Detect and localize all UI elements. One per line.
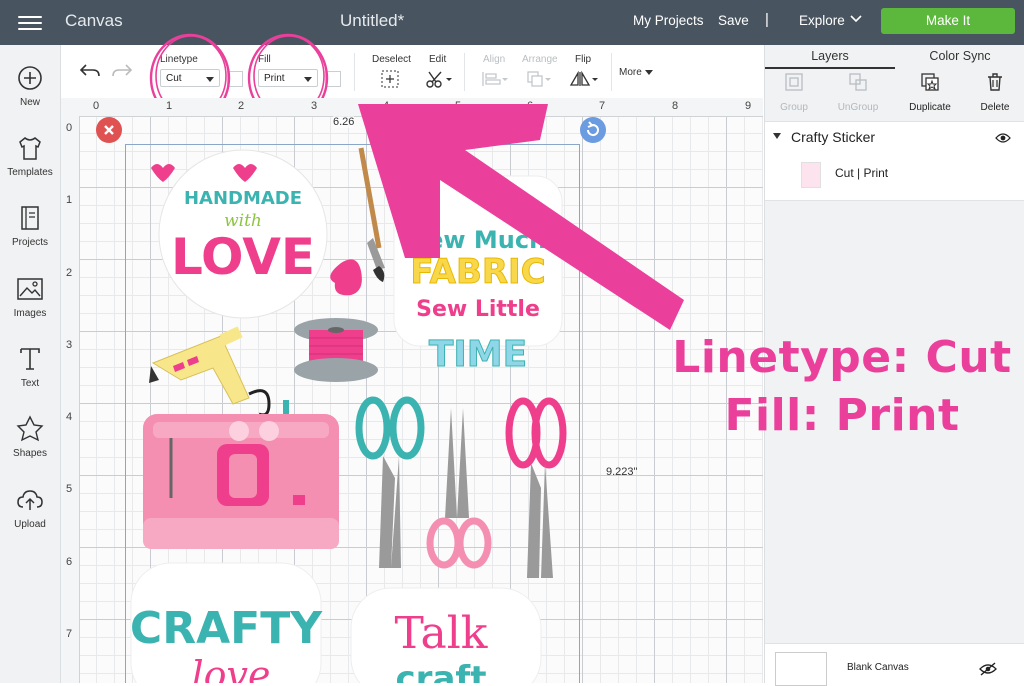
image-icon [17, 278, 43, 300]
save-button[interactable]: Save [718, 13, 749, 28]
annotation-line-2: Fill: Print [724, 390, 960, 441]
text-T-icon [20, 348, 40, 370]
width-readout: 6.26 [333, 116, 355, 128]
toolbar-divider [354, 53, 355, 91]
sidebar-item-label: Projects [11, 237, 49, 248]
chevron-down-icon[interactable] [850, 13, 862, 25]
selection-bounding-box[interactable] [125, 144, 580, 683]
sidebar-item-label: Shapes [13, 448, 47, 459]
toolbar-divider [611, 53, 612, 91]
toolbar-divider [464, 53, 465, 91]
group-label: Group [780, 102, 808, 113]
sidebar-item-shapes[interactable]: Shapes [0, 414, 60, 459]
tshirt-icon [19, 137, 41, 160]
sidebar-item-new[interactable]: New [0, 63, 60, 108]
blank-canvas-label: Blank Canvas [847, 662, 909, 673]
more-label: More [619, 67, 642, 78]
sidebar-item-label: Upload [14, 519, 46, 530]
delete-button[interactable]: Delete [963, 71, 1024, 113]
duplicate-label: Duplicate [909, 102, 951, 113]
sidebar-item-label: Images [13, 308, 47, 319]
align-icon[interactable] [481, 70, 509, 88]
make-it-button[interactable]: Make It [881, 8, 1015, 34]
design-canvas[interactable]: 0 1 2 3 4 5 6 7 8 9 0 1 2 3 4 5 6 7 HAND… [61, 98, 763, 683]
group-icon [785, 73, 803, 91]
deselect-label: Deselect [372, 54, 411, 65]
plus-circle-icon [18, 66, 42, 90]
group-button[interactable]: Group [762, 71, 826, 113]
annotation-line-1: Linetype: Cut [672, 332, 1012, 383]
undo-icon[interactable] [79, 62, 101, 80]
tab-layers[interactable]: Layers [765, 45, 895, 69]
rotate-icon [586, 121, 599, 137]
separator: | [765, 11, 769, 28]
sidebar-item-label: Templates [7, 167, 53, 178]
delete-selection-handle[interactable] [96, 117, 122, 143]
flip-icon[interactable] [569, 70, 599, 88]
edit-scissors-icon[interactable] [425, 69, 453, 89]
redo-icon[interactable] [111, 62, 133, 80]
layer-thumbnail [801, 162, 821, 188]
layer-detail: Cut | Print [835, 166, 889, 180]
document-title[interactable]: Untitled* [340, 11, 404, 31]
my-projects-link[interactable]: My Projects [633, 13, 704, 28]
blank-canvas-thumbnail [775, 652, 827, 686]
duplicate-button[interactable]: Duplicate [898, 71, 962, 113]
chevron-down-icon[interactable] [773, 133, 781, 139]
sidebar-item-projects[interactable]: Projects [0, 203, 60, 248]
sidebar-item-templates[interactable]: Templates [0, 133, 60, 178]
sidebar-item-images[interactable]: Images [0, 274, 60, 319]
eye-icon[interactable] [995, 132, 1011, 144]
trash-icon [988, 73, 1002, 91]
edit-toolbar: Linetype Cut Fill Print Deselect Edit Al… [61, 33, 763, 123]
duplicate-icon [921, 73, 939, 91]
blank-canvas-row[interactable]: Blank Canvas [765, 643, 1024, 686]
deselect-icon[interactable] [381, 70, 399, 88]
delete-label: Delete [980, 102, 1010, 113]
flip-label: Flip [575, 54, 592, 65]
shapes-icon [16, 415, 44, 442]
arrange-label: Arrange [522, 54, 558, 65]
menu-icon[interactable] [18, 12, 42, 32]
sidebar-item-text[interactable]: Text [0, 344, 60, 389]
layer-group[interactable]: Crafty Sticker Cut | Print [765, 121, 1024, 201]
left-sidebar: New Templates Projects Images Text Shape… [0, 45, 61, 683]
more-menu[interactable]: More [619, 67, 653, 78]
ungroup-icon [849, 73, 867, 91]
ungroup-label: UnGroup [837, 102, 879, 113]
sidebar-item-label: Text [20, 378, 40, 389]
tab-color-sync[interactable]: Color Sync [895, 45, 1024, 67]
ungroup-button[interactable]: UnGroup [826, 71, 890, 113]
rotate-handle[interactable] [580, 117, 606, 143]
layer-group-name: Crafty Sticker [791, 129, 876, 145]
sidebar-item-upload[interactable]: Upload [0, 485, 60, 530]
edit-label: Edit [429, 54, 447, 65]
explore-menu[interactable]: Explore [799, 13, 845, 28]
arrange-icon[interactable] [526, 70, 554, 88]
eye-hidden-icon[interactable] [979, 662, 997, 676]
height-readout: 9.223" [606, 466, 638, 478]
book-icon [21, 206, 39, 230]
chevron-down-icon [644, 69, 653, 75]
sidebar-item-label: New [19, 97, 40, 108]
close-icon [104, 125, 114, 135]
app-name: Canvas [65, 11, 123, 30]
align-label: Align [483, 54, 506, 65]
upload-cloud-icon [17, 490, 43, 510]
